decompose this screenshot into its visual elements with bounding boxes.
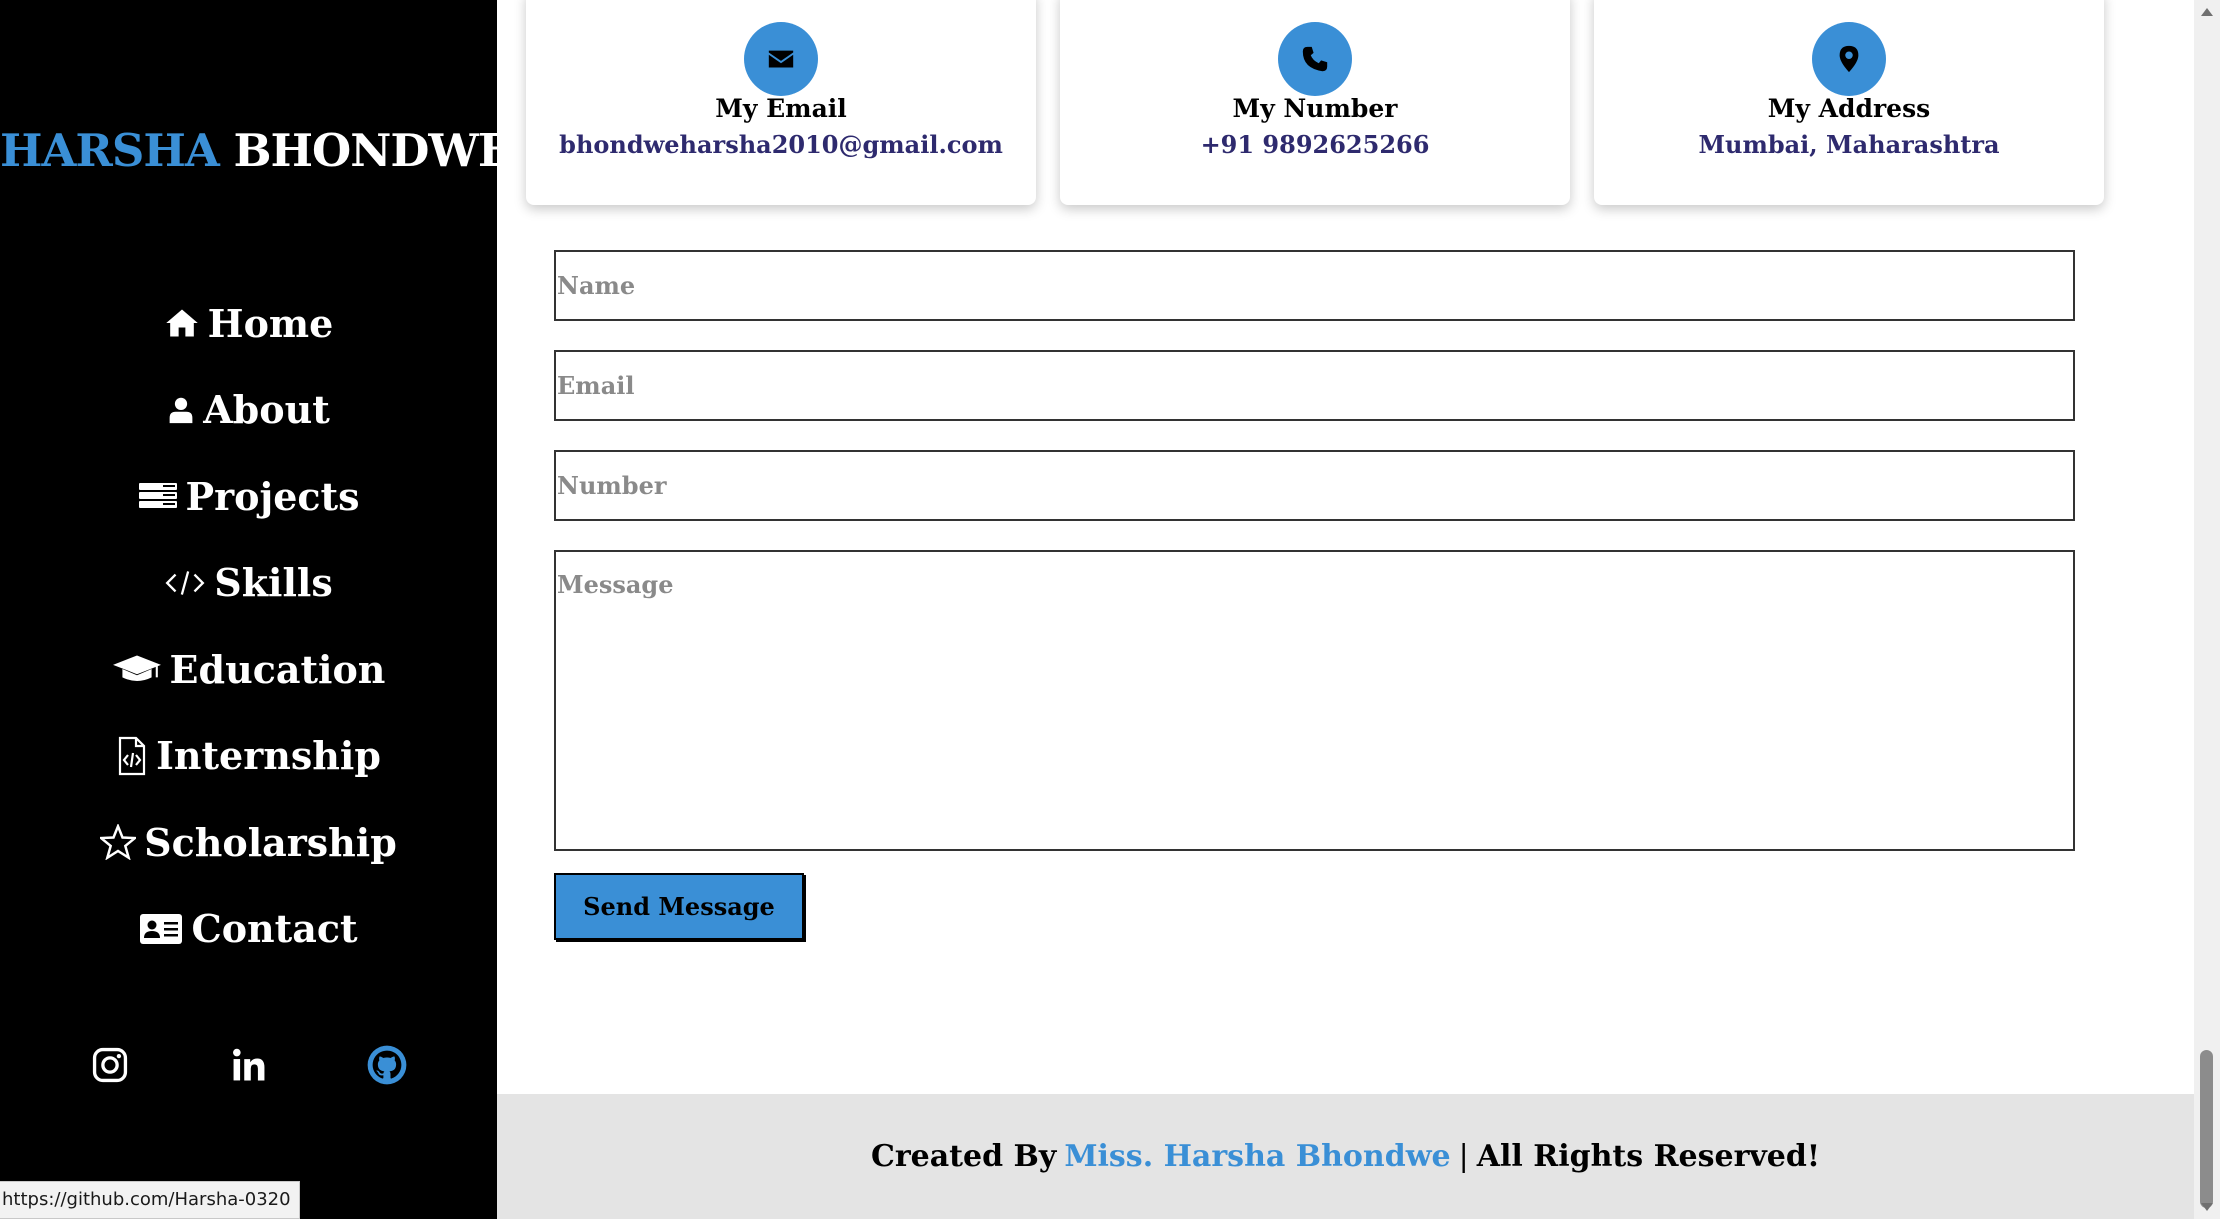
email-card-title: My Email bbox=[715, 94, 847, 123]
nav-label-scholarship: Scholarship bbox=[144, 819, 397, 865]
number-card-value[interactable]: +91 9892625266 bbox=[1060, 130, 1570, 159]
page-scrollbar[interactable] bbox=[2194, 0, 2220, 1219]
nav-item-scholarship[interactable]: Scholarship bbox=[0, 799, 497, 886]
scroll-down-arrow-icon[interactable] bbox=[2201, 1203, 2213, 1211]
nav-label-education: Education bbox=[169, 646, 386, 692]
number-card-title: My Number bbox=[1232, 94, 1398, 123]
site-logo[interactable]: HARSHA BHONDWE bbox=[0, 124, 512, 177]
email-card-value[interactable]: bhondweharsha2010@gmail.com bbox=[526, 130, 1036, 159]
instagram-icon bbox=[92, 1047, 128, 1083]
footer-author-link[interactable]: Miss. Harsha Bhondwe bbox=[1064, 1139, 1450, 1174]
code-file-icon bbox=[118, 736, 146, 775]
address-card-icon-circle bbox=[1812, 22, 1886, 96]
nav-label-projects: Projects bbox=[185, 473, 360, 519]
send-message-button[interactable]: Send Message bbox=[554, 873, 804, 940]
footer-suffix: All Rights Reserved! bbox=[1476, 1139, 1821, 1174]
scrollbar-thumb[interactable] bbox=[2200, 1050, 2213, 1208]
nav-item-internship[interactable]: Internship bbox=[0, 713, 497, 800]
message-textarea[interactable] bbox=[554, 550, 2075, 851]
nav-label-internship: Internship bbox=[156, 733, 381, 779]
nav-item-contact[interactable]: Contact bbox=[0, 886, 497, 973]
nav-item-home[interactable]: Home bbox=[0, 280, 497, 367]
address-card-title: My Address bbox=[1767, 94, 1931, 123]
graduation-cap-icon bbox=[112, 655, 161, 682]
scroll-up-arrow-icon[interactable] bbox=[2201, 8, 2213, 16]
address-card-value: Mumbai, Maharashtra bbox=[1698, 130, 2000, 159]
linkedin-link[interactable] bbox=[229, 1040, 269, 1090]
address-card: My Address Mumbai, Maharashtra bbox=[1594, 0, 2104, 205]
nav-item-projects[interactable]: Projects bbox=[0, 453, 497, 540]
sidebar: HARSHA BHONDWE Home About Projects Skill… bbox=[0, 0, 512, 1219]
home-icon bbox=[165, 309, 198, 337]
footer: Created By Miss. Harsha Bhondwe | All Ri… bbox=[497, 1094, 2194, 1219]
star-icon bbox=[100, 824, 137, 861]
phone-icon bbox=[1302, 46, 1328, 72]
location-pin-icon bbox=[1839, 45, 1859, 73]
instagram-link[interactable] bbox=[90, 1040, 130, 1090]
status-bar-url: https://github.com/Harsha-0320 bbox=[0, 1181, 300, 1219]
logo-last-name: BHONDWE bbox=[233, 124, 512, 177]
number-input[interactable] bbox=[554, 450, 2075, 521]
number-card: My Number +91 9892625266 bbox=[1060, 0, 1570, 205]
github-icon bbox=[367, 1045, 407, 1085]
email-card: My Email bhondweharsha2010@gmail.com bbox=[526, 0, 1036, 205]
footer-prefix: Created By bbox=[870, 1139, 1057, 1174]
contact-section: My Email bhondweharsha2010@gmail.com My … bbox=[497, 0, 2194, 1219]
nav-item-education[interactable]: Education bbox=[0, 626, 497, 713]
name-input[interactable] bbox=[554, 250, 2075, 321]
nav-label-home: Home bbox=[207, 300, 334, 346]
email-input[interactable] bbox=[554, 350, 2075, 421]
logo-first-name: HARSHA bbox=[0, 124, 220, 177]
nav-item-skills[interactable]: Skills bbox=[0, 540, 497, 627]
nav-item-about[interactable]: About bbox=[0, 367, 497, 454]
main-nav: Home About Projects Skills Education Int… bbox=[0, 280, 497, 972]
linkedin-icon bbox=[232, 1048, 264, 1081]
projects-icon bbox=[138, 483, 177, 509]
contact-card-icon bbox=[140, 913, 183, 944]
user-icon bbox=[169, 397, 193, 423]
email-card-icon-circle bbox=[744, 22, 818, 96]
footer-separator: | bbox=[1458, 1139, 1469, 1174]
github-link[interactable] bbox=[367, 1040, 407, 1090]
nav-label-about: About bbox=[203, 387, 330, 433]
code-icon bbox=[165, 570, 205, 595]
nav-label-contact: Contact bbox=[191, 906, 358, 952]
social-links bbox=[0, 1040, 497, 1090]
number-card-icon-circle bbox=[1278, 22, 1352, 96]
envelope-icon bbox=[768, 50, 794, 68]
nav-label-skills: Skills bbox=[214, 560, 333, 606]
